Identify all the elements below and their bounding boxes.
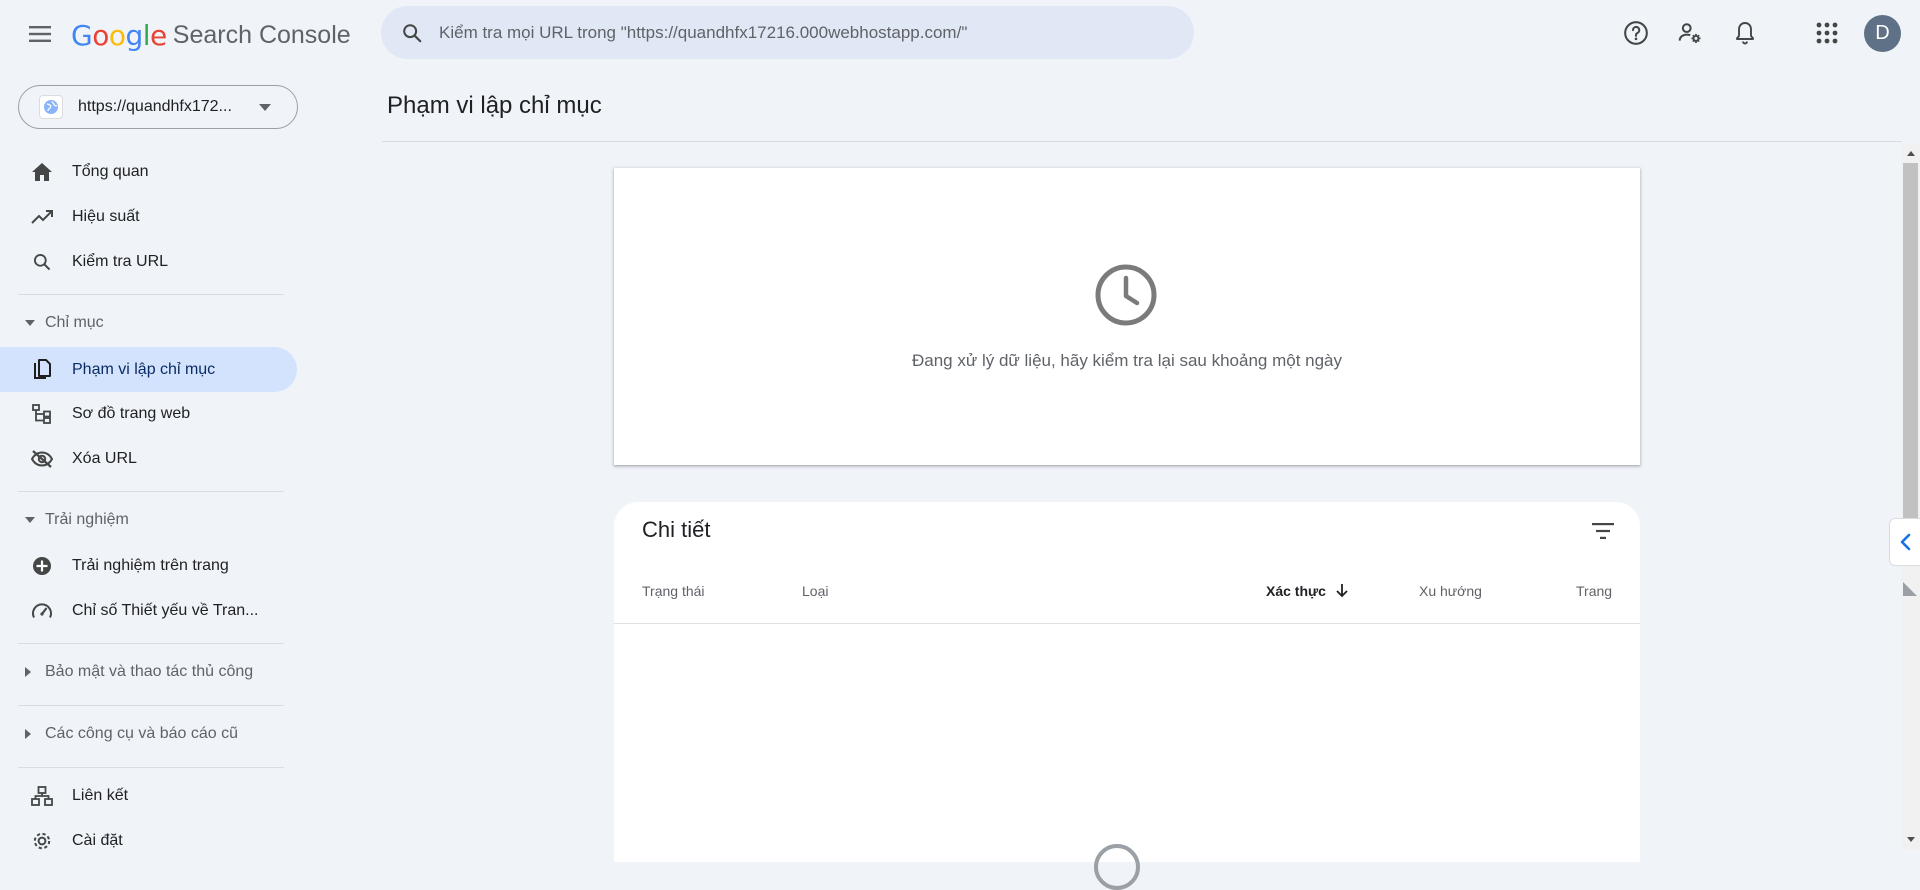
sidebar-item-core-web-vitals[interactable]: Chỉ số Thiết yếu về Tran... — [0, 588, 297, 633]
logo-letter: l — [142, 18, 151, 52]
sidebar-item-overview[interactable]: Tổng quan — [0, 149, 297, 194]
settings-icon — [30, 829, 54, 853]
filter-icon — [1592, 523, 1614, 539]
details-title: Chi tiết — [642, 517, 711, 542]
page-title: Phạm vi lập chỉ mục — [387, 92, 602, 119]
scrollbar-thumb[interactable] — [1903, 163, 1918, 518]
details-card: Chi tiết Trạng thái Loại Xác thực Xu hướ… — [614, 502, 1640, 890]
help-button[interactable] — [1618, 15, 1654, 51]
sidebar-divider — [18, 491, 284, 492]
side-panel-toggle[interactable] — [1889, 518, 1920, 566]
column-header-trend[interactable]: Xu hướng — [1419, 583, 1482, 599]
sidebar-section-label: Trải nghiệm — [45, 511, 129, 528]
links-icon — [30, 784, 54, 808]
globe-icon — [39, 95, 63, 119]
property-selector[interactable]: https://quandhfx172... — [18, 85, 298, 129]
property-url: https://quandhfx172... — [78, 98, 232, 115]
sidebar-item-label: Chỉ số Thiết yếu về Tran... — [72, 601, 259, 619]
product-name: Search Console — [172, 20, 351, 49]
sidebar-divider — [18, 705, 284, 706]
google-wordmark: Google — [71, 19, 167, 52]
processing-card: Đang xử lý dữ liệu, hãy kiểm tra lại sau… — [614, 168, 1640, 465]
chevron-left-icon — [1900, 533, 1911, 551]
sidebar-section-legacy[interactable]: Các công cụ và báo cáo cũ — [0, 714, 297, 754]
column-header-type[interactable]: Loại — [802, 583, 828, 599]
search-icon — [30, 250, 54, 274]
expand-less-icon — [25, 517, 35, 523]
account-avatar[interactable]: D — [1864, 15, 1901, 52]
sidebar-item-label: Cài đặt — [72, 831, 123, 849]
column-header-validation[interactable]: Xác thực — [1266, 583, 1348, 599]
sidebar-item-label: Kiểm tra URL — [72, 252, 169, 270]
column-header-label: Xác thực — [1266, 583, 1326, 599]
sidebar-section-index[interactable]: Chỉ mục — [0, 303, 297, 343]
notifications-button[interactable] — [1727, 15, 1763, 51]
sidebar-section-experience[interactable]: Trải nghiệm — [0, 500, 297, 540]
google-apps-button[interactable] — [1809, 15, 1845, 51]
column-header-pages[interactable]: Trang — [1576, 583, 1612, 599]
sidebar-item-settings[interactable]: Cài đặt — [0, 818, 297, 863]
resize-corner-icon — [1903, 582, 1917, 596]
hamburger-menu-icon — [29, 26, 51, 42]
apps-grid-icon — [1816, 22, 1838, 44]
page-title-divider — [382, 141, 1902, 142]
loading-spinner — [1094, 844, 1140, 890]
sidebar-section-label: Chỉ mục — [45, 314, 104, 331]
sidebar-item-url-inspection[interactable]: Kiểm tra URL — [0, 239, 297, 284]
expand-more-icon — [25, 729, 35, 739]
help-icon — [1623, 20, 1649, 46]
sidebar-item-label: Xóa URL — [72, 449, 137, 467]
sidebar-section-security[interactable]: Bảo mật và thao tác thủ công — [0, 652, 297, 692]
sidebar-item-label: Liên kết — [72, 786, 129, 804]
expand-more-icon — [25, 667, 35, 677]
sidebar-item-sitemaps[interactable]: Sơ đồ trang web — [0, 391, 297, 436]
column-header-status[interactable]: Trạng thái — [642, 583, 705, 599]
sitemap-icon — [30, 402, 54, 426]
sidebar-item-index-coverage[interactable]: Phạm vi lập chỉ mục — [0, 347, 297, 392]
logo-letter: o — [108, 18, 126, 52]
sidebar-divider — [18, 643, 284, 644]
sidebar-section-label: Các công cụ và báo cáo cũ — [45, 725, 239, 742]
manage-users-button[interactable] — [1672, 15, 1708, 51]
file-copy-icon — [30, 358, 54, 382]
page-experience-icon — [30, 554, 54, 578]
table-header-divider — [614, 623, 1640, 624]
sidebar-item-links[interactable]: Liên kết — [0, 773, 297, 818]
sidebar-item-page-experience[interactable]: Trải nghiệm trên trang — [0, 543, 297, 588]
trending-up-icon — [30, 205, 54, 229]
clock-icon — [1094, 263, 1158, 327]
processing-message: Đang xử lý dữ liệu, hãy kiểm tra lại sau… — [911, 351, 1343, 370]
url-inspection-search[interactable]: Kiểm tra mọi URL trong "https://quandhfx… — [381, 6, 1194, 59]
sidebar-item-label: Trải nghiệm trên trang — [72, 556, 229, 574]
sidebar-item-label: Sơ đồ trang web — [72, 404, 191, 422]
scroll-down-arrow[interactable] — [1903, 832, 1918, 846]
scroll-up-arrow[interactable] — [1903, 146, 1918, 160]
search-input[interactable]: Kiểm tra mọi URL trong "https://quandhfx… — [439, 23, 967, 43]
search-icon — [401, 22, 423, 44]
main-menu-button[interactable] — [22, 16, 58, 52]
logo-letter: o — [92, 18, 109, 52]
sidebar-item-label: Phạm vi lập chỉ mục — [72, 360, 216, 378]
manage-users-icon — [1677, 20, 1703, 46]
dropdown-arrow-icon — [259, 103, 271, 111]
sidebar-section-label: Bảo mật và thao tác thủ công — [45, 663, 254, 680]
sidebar-item-performance[interactable]: Hiệu suất — [0, 194, 297, 239]
logo-letter: g — [125, 18, 143, 52]
sidebar-item-label: Tổng quan — [72, 162, 149, 180]
expand-less-icon — [25, 320, 35, 326]
sidebar-item-removals[interactable]: Xóa URL — [0, 436, 297, 481]
logo-letter: G — [71, 18, 93, 52]
speed-gauge-icon — [30, 599, 54, 623]
logo-letter: e — [150, 18, 167, 52]
search-console-logo[interactable]: Google Search Console — [71, 18, 351, 52]
arrow-downward-icon — [1336, 584, 1348, 598]
home-icon — [30, 160, 54, 184]
sidebar-divider — [18, 294, 284, 295]
sidebar-item-label: Hiệu suất — [72, 207, 140, 225]
filter-button[interactable] — [1588, 516, 1618, 546]
visibility-off-icon — [30, 447, 54, 471]
sidebar-divider — [18, 767, 284, 768]
notifications-icon — [1733, 20, 1757, 46]
